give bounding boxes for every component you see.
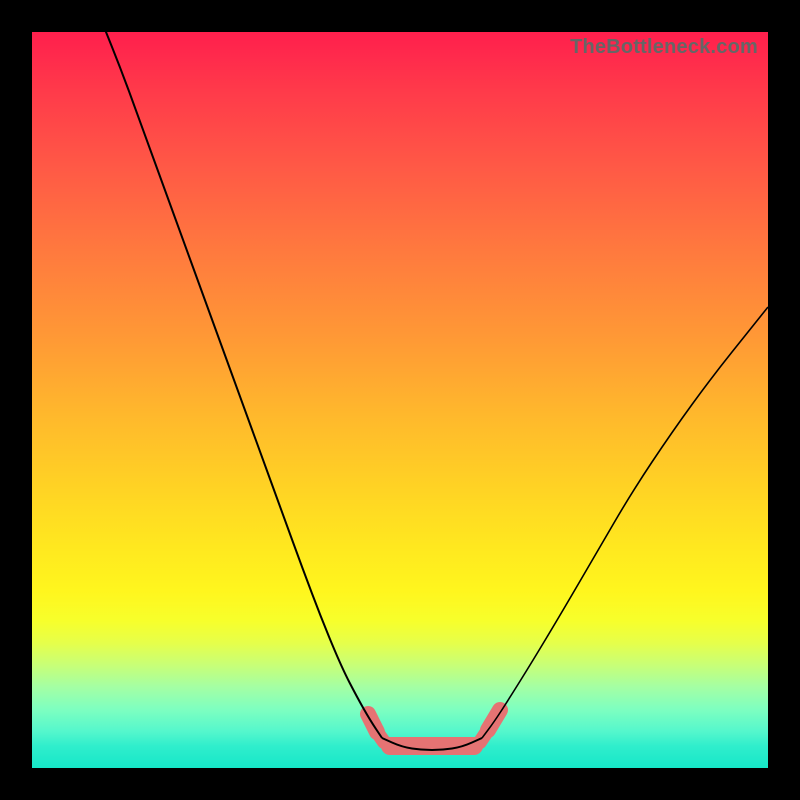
curve-left-branch	[102, 22, 382, 738]
curve-svg	[32, 32, 768, 768]
curve-right-branch	[482, 307, 768, 738]
plot-area: TheBottleneck.com	[32, 32, 768, 768]
chart-frame: TheBottleneck.com	[0, 0, 800, 800]
